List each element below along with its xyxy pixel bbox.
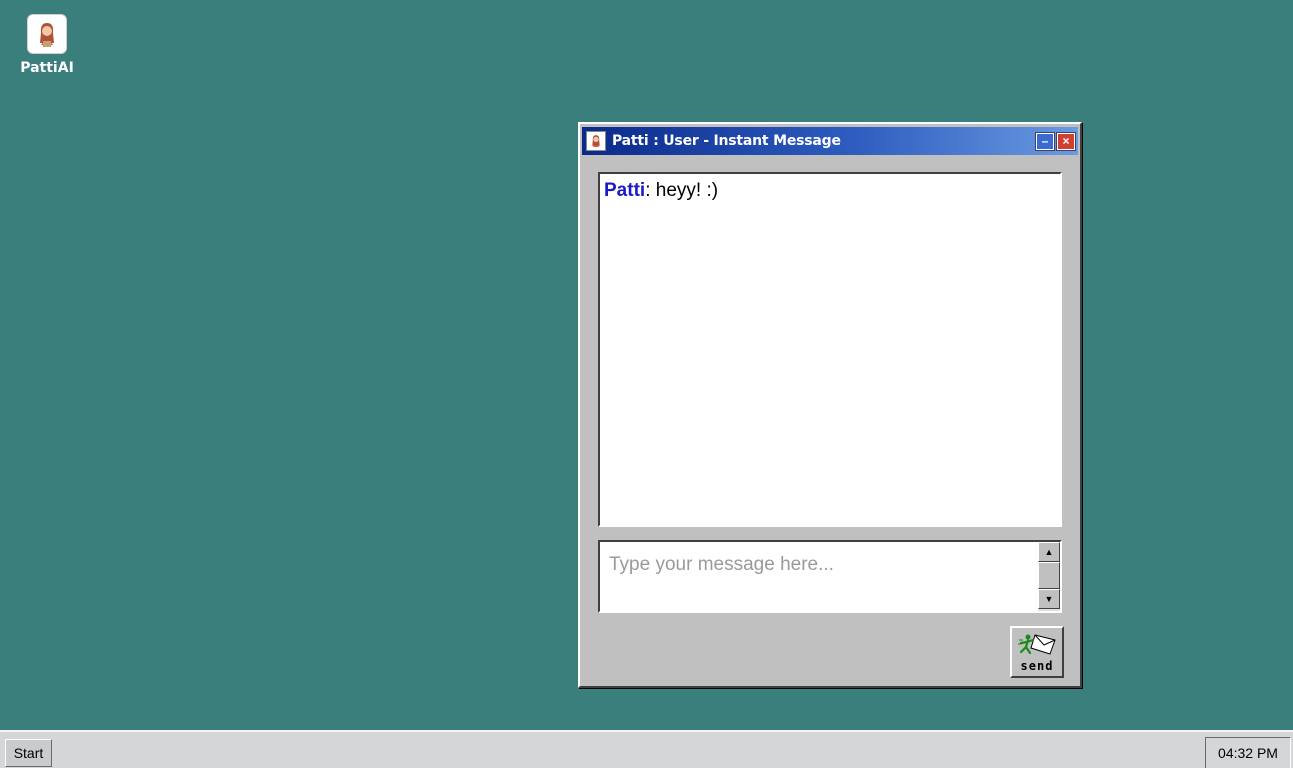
scroll-down-icon[interactable]: ▼: [1038, 589, 1060, 609]
desktop-icon-label: PattiAI: [20, 60, 74, 76]
taskbar: Start 04:32 PM: [0, 730, 1293, 768]
taskbar-clock: 04:32 PM: [1205, 737, 1291, 768]
message-input[interactable]: [600, 542, 1038, 611]
message-sender: Patti: [604, 180, 646, 201]
running-man-envelope-icon: [1018, 633, 1056, 655]
send-label: send: [1020, 658, 1054, 673]
title-bar[interactable]: Patti : User - Instant Message – ×: [582, 127, 1078, 155]
input-scrollbar[interactable]: ▲ ▼: [1038, 542, 1060, 611]
chat-message: Patti: heyy! :): [604, 180, 1056, 202]
instant-message-window: Patti : User - Instant Message – × Patti…: [578, 122, 1082, 688]
message-input-container: ▲ ▼: [598, 540, 1062, 613]
window-title: Patti : User - Instant Message: [612, 133, 841, 149]
message-text: heyy! :): [650, 180, 719, 201]
desktop-icon-pattiai[interactable]: PattiAI: [8, 14, 86, 76]
scroll-up-icon[interactable]: ▲: [1038, 542, 1060, 562]
chat-log[interactable]: Patti: heyy! :): [598, 172, 1062, 527]
patti-avatar-icon: [27, 14, 67, 54]
start-button[interactable]: Start: [5, 739, 52, 767]
send-button[interactable]: send: [1010, 626, 1064, 678]
scroll-thumb[interactable]: [1038, 562, 1060, 589]
patti-avatar-icon: [586, 131, 606, 151]
minimize-button[interactable]: –: [1035, 131, 1055, 151]
close-button[interactable]: ×: [1056, 131, 1076, 151]
